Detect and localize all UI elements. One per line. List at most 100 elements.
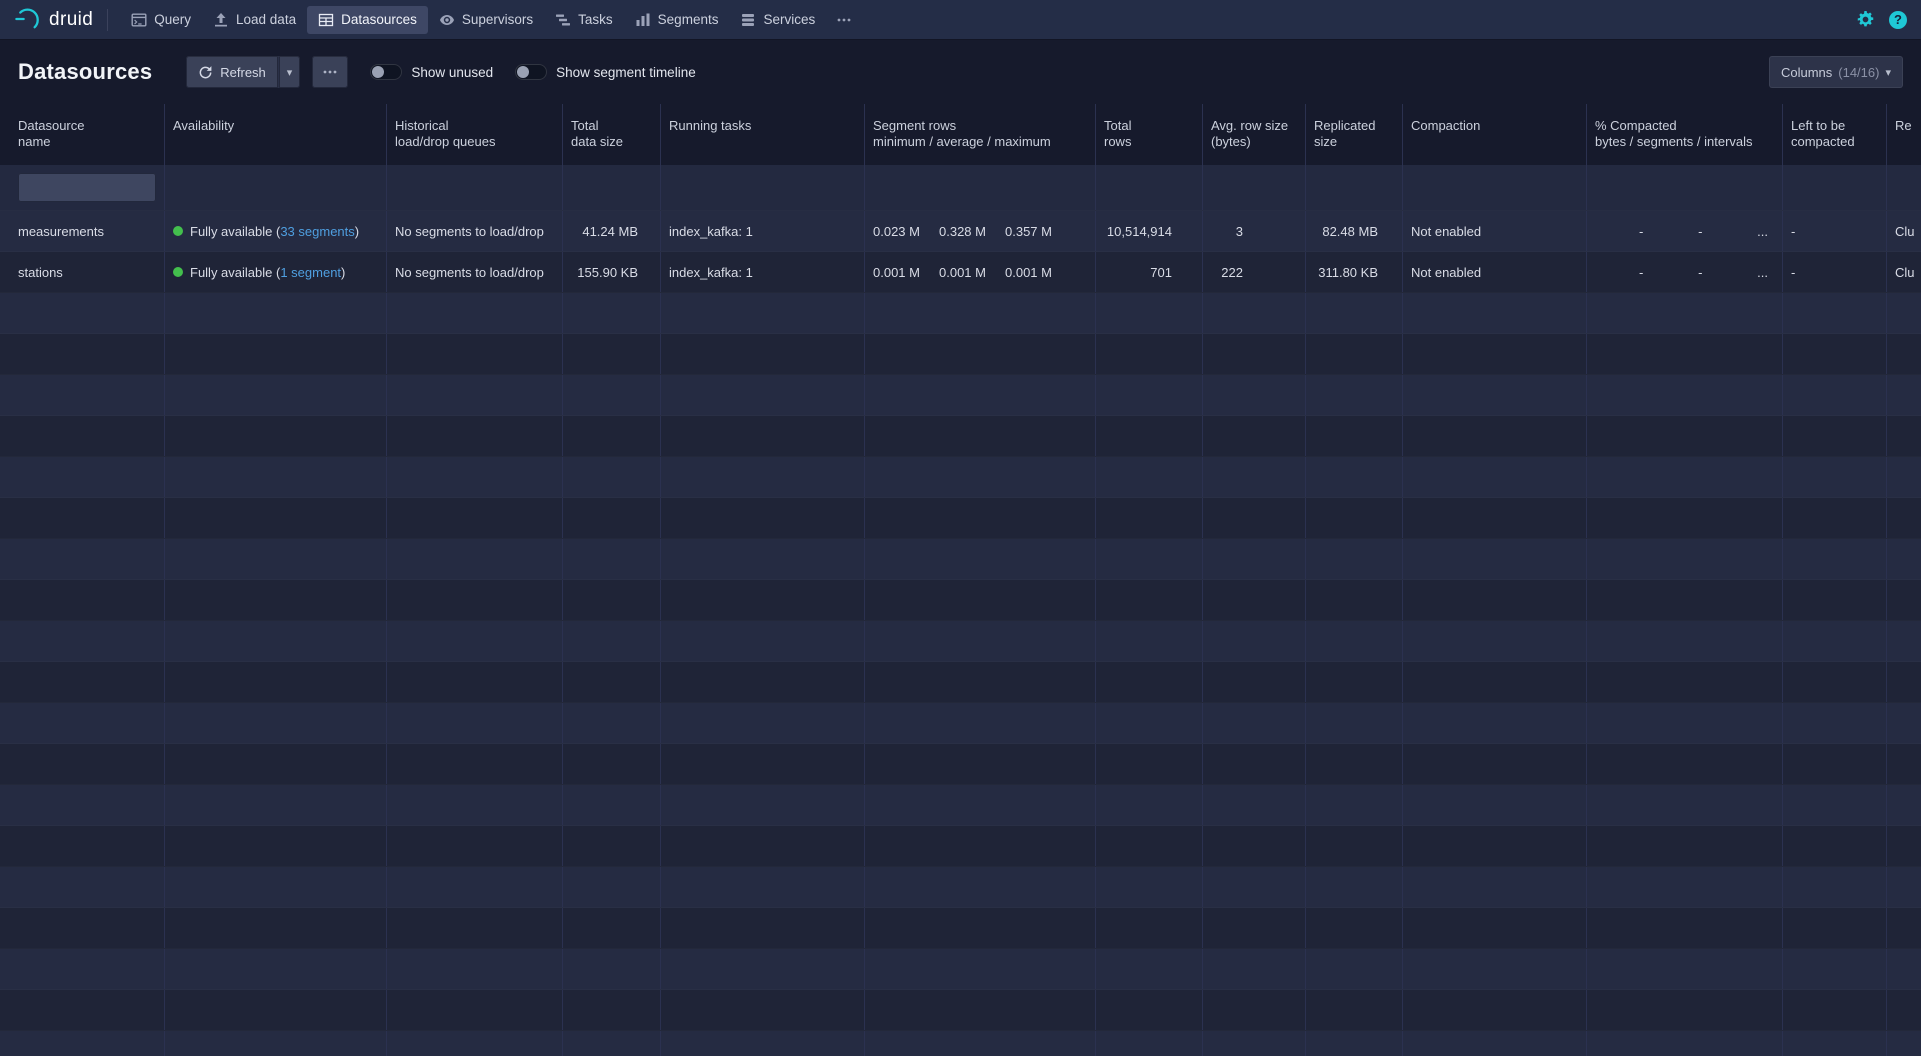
nav-more-button[interactable] bbox=[826, 12, 862, 28]
table-body: measurements Fully available (33 segment… bbox=[0, 211, 1921, 1056]
druid-brand[interactable]: druid bbox=[14, 6, 93, 33]
total-data-size-cell: 155.90 KB bbox=[563, 252, 661, 292]
column-header-segment-rows[interactable]: Segment rowsminimum / average / maximum bbox=[865, 104, 1096, 165]
upload-icon bbox=[213, 12, 229, 28]
empty-row bbox=[0, 580, 1921, 621]
column-header-avg-row-size[interactable]: Avg. row size(bytes) bbox=[1203, 104, 1306, 165]
refresh-label: Refresh bbox=[220, 65, 266, 80]
nav-item-label: Segments bbox=[658, 12, 719, 27]
running-tasks-cell: index_kafka: 1 bbox=[661, 211, 865, 251]
gear-icon[interactable] bbox=[1856, 10, 1875, 29]
more-ellipsis-icon bbox=[322, 64, 338, 80]
column-header-datasource-name[interactable]: Datasourcename bbox=[10, 104, 165, 165]
column-header-total-rows[interactable]: Totalrows bbox=[1096, 104, 1203, 165]
table-row-stations: stations Fully available (1 segment) No … bbox=[0, 252, 1921, 293]
table-header-row: Datasourcename Availability Historicallo… bbox=[0, 104, 1921, 165]
pct-segments: - bbox=[1698, 265, 1702, 280]
show-segment-timeline-toggle[interactable]: Show segment timeline bbox=[515, 64, 696, 80]
availability-cell: Fully available (33 segments) bbox=[165, 211, 387, 251]
column-header-total-data-size[interactable]: Totaldata size bbox=[563, 104, 661, 165]
avg-row-size-cell: 222 bbox=[1203, 252, 1306, 292]
total-rows-cell: 10,514,914 bbox=[1096, 211, 1203, 251]
nav-item-datasources[interactable]: Datasources bbox=[307, 6, 428, 34]
compaction-cell: Not enabled bbox=[1403, 211, 1587, 251]
services-icon bbox=[740, 12, 756, 28]
columns-button-label: Columns bbox=[1781, 65, 1832, 80]
view-header: Datasources Refresh ▾ Show unused Show s… bbox=[0, 40, 1921, 104]
chevron-down-icon: ▾ bbox=[1885, 66, 1891, 79]
eye-icon bbox=[439, 12, 455, 28]
show-segment-timeline-switch-track[interactable] bbox=[515, 64, 547, 80]
refresh-icon bbox=[198, 65, 213, 80]
navbar-divider bbox=[107, 9, 108, 31]
tasks-icon bbox=[555, 12, 571, 28]
nav-item-segments[interactable]: Segments bbox=[624, 6, 730, 34]
datasource-name-cell[interactable]: stations bbox=[10, 252, 165, 292]
nav-item-services[interactable]: Services bbox=[729, 6, 826, 34]
nav-item-tasks[interactable]: Tasks bbox=[544, 6, 624, 34]
empty-row bbox=[0, 744, 1921, 785]
nav-item-load-data[interactable]: Load data bbox=[202, 6, 307, 34]
nav-item-label: Tasks bbox=[578, 12, 613, 27]
columns-count: (14/16) bbox=[1838, 65, 1879, 80]
datasource-name-cell[interactable]: measurements bbox=[10, 211, 165, 251]
segments-link[interactable]: 1 segment bbox=[280, 265, 341, 280]
pct-intervals: ... bbox=[1757, 224, 1768, 239]
column-header-availability[interactable]: Availability bbox=[165, 104, 387, 165]
empty-row bbox=[0, 826, 1921, 867]
column-header-historical-queues[interactable]: Historicalload/drop queues bbox=[387, 104, 563, 165]
replicated-size-cell: 311.80 KB bbox=[1306, 252, 1403, 292]
show-unused-toggle[interactable]: Show unused bbox=[370, 64, 493, 80]
nav-item-query[interactable]: Query bbox=[120, 6, 202, 34]
retention-cell: Clu bbox=[1887, 252, 1921, 292]
nav-item-label: Services bbox=[763, 12, 815, 27]
segment-rows-avg: 0.001 M bbox=[939, 265, 1005, 280]
empty-row bbox=[0, 416, 1921, 457]
column-header-retention[interactable]: Re bbox=[1887, 104, 1921, 165]
column-header-compaction[interactable]: Compaction bbox=[1403, 104, 1587, 165]
column-header-replicated-size[interactable]: Replicatedsize bbox=[1306, 104, 1403, 165]
segment-rows-avg: 0.328 M bbox=[939, 224, 1005, 239]
columns-button[interactable]: Columns (14/16) ▾ bbox=[1769, 56, 1903, 88]
nav-item-label: Datasources bbox=[341, 12, 417, 27]
empty-row bbox=[0, 867, 1921, 908]
show-segment-timeline-label: Show segment timeline bbox=[556, 65, 696, 80]
help-icon[interactable]: ? bbox=[1889, 11, 1907, 29]
pct-compacted-cell: --... bbox=[1587, 211, 1783, 251]
compaction-cell: Not enabled bbox=[1403, 252, 1587, 292]
segments-link[interactable]: 33 segments bbox=[280, 224, 354, 239]
left-to-compact-cell: - bbox=[1783, 252, 1887, 292]
page-title: Datasources bbox=[18, 59, 152, 85]
segment-rows-cell: 0.023 M0.328 M0.357 M bbox=[865, 211, 1096, 251]
pct-intervals: ... bbox=[1757, 265, 1768, 280]
column-header-left-to-compact[interactable]: Left to becompacted bbox=[1783, 104, 1887, 165]
empty-row bbox=[0, 375, 1921, 416]
segment-rows-max: 0.001 M bbox=[1005, 265, 1071, 280]
availability-text: Fully available ( bbox=[190, 265, 280, 280]
availability-text: Fully available ( bbox=[190, 224, 280, 239]
availability-suffix: ) bbox=[355, 224, 359, 239]
nav-item-supervisors[interactable]: Supervisors bbox=[428, 6, 544, 34]
empty-row bbox=[0, 621, 1921, 662]
more-ellipsis-icon bbox=[836, 12, 852, 28]
total-rows-cell: 701 bbox=[1096, 252, 1203, 292]
empty-row bbox=[0, 334, 1921, 375]
pct-bytes: - bbox=[1639, 265, 1643, 280]
empty-row bbox=[0, 457, 1921, 498]
chevron-down-icon: ▾ bbox=[287, 66, 293, 79]
column-header-pct-compacted[interactable]: % Compactedbytes / segments / intervals bbox=[1587, 104, 1783, 165]
empty-row bbox=[0, 539, 1921, 580]
segment-rows-min: 0.001 M bbox=[873, 265, 939, 280]
load-drop-queues-cell: No segments to load/drop bbox=[387, 252, 563, 292]
refresh-caret-button[interactable]: ▾ bbox=[278, 56, 301, 88]
more-actions-button[interactable] bbox=[312, 56, 348, 88]
column-header-running-tasks[interactable]: Running tasks bbox=[661, 104, 865, 165]
pct-bytes: - bbox=[1639, 224, 1643, 239]
datasources-icon bbox=[318, 12, 334, 28]
refresh-button[interactable]: Refresh bbox=[186, 56, 278, 88]
show-unused-switch-track[interactable] bbox=[370, 64, 402, 80]
segment-rows-min: 0.023 M bbox=[873, 224, 939, 239]
datasource-filter-input[interactable] bbox=[18, 173, 156, 202]
available-dot-icon bbox=[173, 267, 183, 277]
empty-row bbox=[0, 662, 1921, 703]
